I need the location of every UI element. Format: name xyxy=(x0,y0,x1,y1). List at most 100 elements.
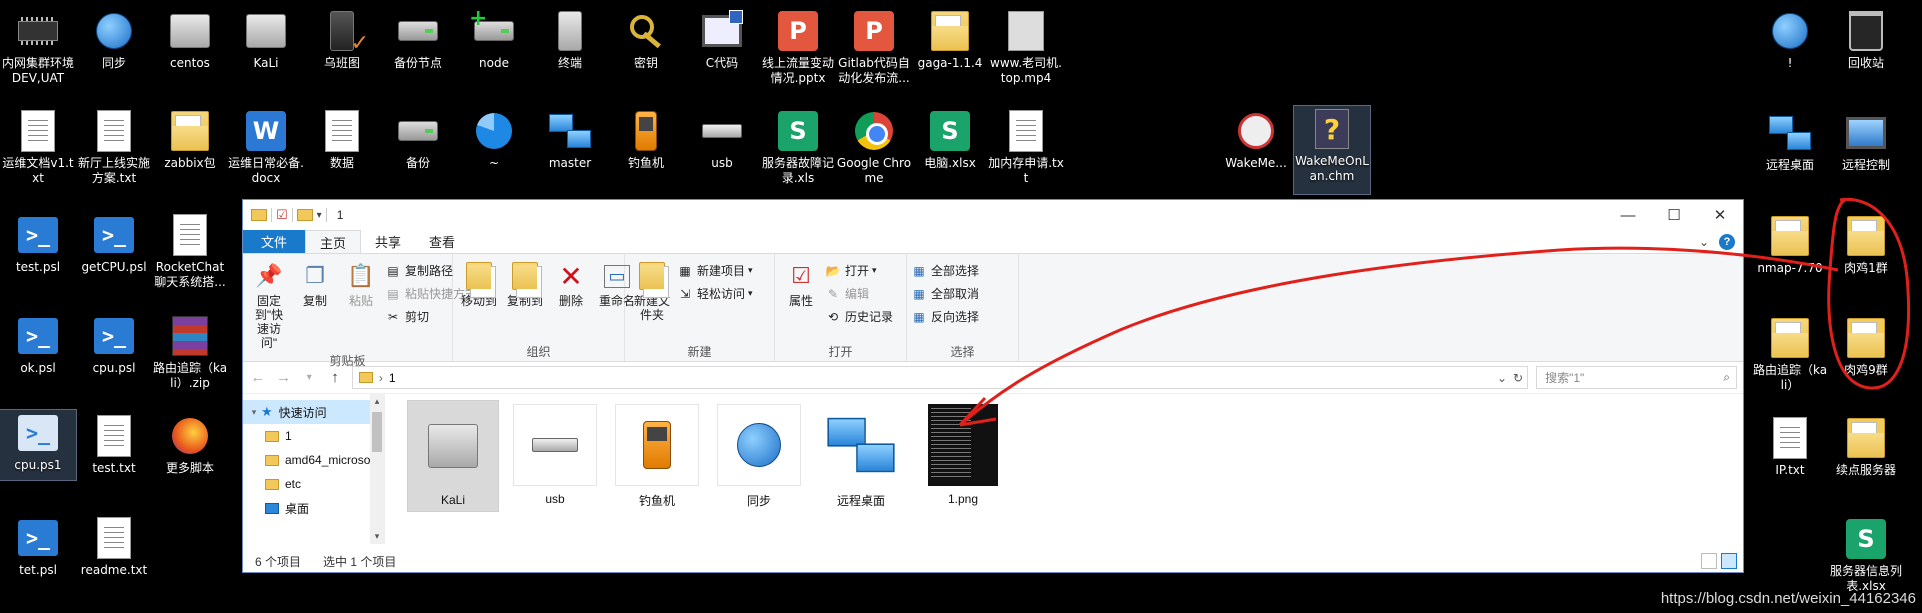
scroll-thumb[interactable] xyxy=(372,412,382,452)
title-bar[interactable]: ☑ ▾ 1 — ☐ ✕ xyxy=(243,200,1743,230)
tab-view[interactable]: 查看 xyxy=(415,230,469,253)
desktop-icon[interactable]: 新厅上线实施方案.txt xyxy=(76,108,152,186)
desktop-icon[interactable]: master xyxy=(532,108,608,171)
desktop-icon[interactable]: 备份 xyxy=(380,108,456,171)
desktop-icon[interactable]: Google Chrome xyxy=(836,108,912,186)
minimize-button[interactable]: — xyxy=(1605,200,1651,230)
desktop-icon[interactable]: P Gitlab代码自动化发布流... xyxy=(836,8,912,86)
history-button[interactable]: ⟲ 历史记录 xyxy=(825,306,893,327)
desktop-icon[interactable]: ✓ 乌班图 xyxy=(304,8,380,71)
desktop-icon[interactable]: W 运维日常必备.docx xyxy=(228,108,304,186)
desktop-icon[interactable]: S 电脑.xlsx xyxy=(912,108,988,171)
scroll-down-icon[interactable]: ▾ xyxy=(370,531,384,542)
desktop-icon[interactable]: 远程桌面 xyxy=(1752,110,1828,173)
desktop-icon[interactable]: S 服务器故障记录.xls xyxy=(760,108,836,186)
close-button[interactable]: ✕ xyxy=(1697,200,1743,230)
large-icons-view-icon[interactable] xyxy=(1721,553,1737,569)
desktop-icon[interactable]: >_ getCPU.psl xyxy=(76,212,152,275)
file-item[interactable]: 远程桌面 xyxy=(815,400,907,512)
desktop-icon[interactable]: 钓鱼机 xyxy=(608,108,684,171)
desktop-icon[interactable]: nmap-7.70 xyxy=(1752,213,1828,276)
help-icon[interactable]: ? xyxy=(1719,234,1735,250)
desktop-icon[interactable]: readme.txt xyxy=(76,515,152,578)
delete-button[interactable]: ✕ 删除 xyxy=(549,258,593,310)
file-item[interactable]: KaLi xyxy=(407,400,499,512)
desktop-icon[interactable]: 同步 xyxy=(76,8,152,71)
desktop-icon[interactable]: 内网集群环境DEV,UAT xyxy=(0,8,76,86)
desktop-icon[interactable]: ? WakeMeOnLan.chm xyxy=(1293,105,1371,195)
refresh-icon[interactable]: ↻ xyxy=(1513,371,1523,385)
invert-selection-button[interactable]: ▦ 反向选择 xyxy=(911,306,979,327)
paste-button[interactable]: 📋 粘贴 xyxy=(339,258,383,310)
desktop-icon[interactable]: >_ tet.psl xyxy=(0,515,76,578)
file-item[interactable]: usb xyxy=(509,400,601,512)
desktop-icon[interactable]: 加内存申请.txt xyxy=(988,108,1064,186)
properties-quick-icon[interactable]: ☑ xyxy=(276,207,288,223)
desktop-icon[interactable]: >_ ok.psl xyxy=(0,313,76,376)
address-bar[interactable]: › 1 ⌄ ↻ xyxy=(351,366,1529,389)
desktop-icon[interactable]: zabbix包 xyxy=(152,108,228,171)
new-folder-quick-icon[interactable] xyxy=(296,209,313,221)
desktop-icon[interactable]: WakeMe... xyxy=(1218,108,1294,171)
desktop-icon[interactable]: www.老司机.top.mp4 xyxy=(988,8,1064,86)
customize-toolbar-icon[interactable]: ▾ xyxy=(317,210,322,221)
desktop-icon[interactable]: 数据 xyxy=(304,108,380,171)
desktop-icon[interactable]: >_ cpu.psl xyxy=(76,313,152,376)
desktop-icon[interactable]: 远程控制 xyxy=(1828,110,1904,173)
move-to-button[interactable]: 移动到 xyxy=(457,258,501,310)
desktop-icon[interactable]: 运维文档v1.txt xyxy=(0,108,76,186)
tab-share[interactable]: 共享 xyxy=(361,230,415,253)
easy-access-button[interactable]: ⇲ 轻松访问 ▾ xyxy=(677,283,753,304)
pin-quick-access-button[interactable]: 📌 固定到"快速访问" xyxy=(247,258,291,352)
file-item[interactable]: 同步 xyxy=(713,400,805,512)
copy-button[interactable]: ❐ 复制 xyxy=(293,258,337,310)
desktop-icon[interactable]: + node xyxy=(456,6,532,71)
desktop-icon[interactable]: 备份节点 xyxy=(380,8,456,71)
desktop-icon[interactable]: test.txt xyxy=(76,413,152,476)
back-arrow-icon[interactable]: ← xyxy=(249,369,267,386)
search-input[interactable]: 搜索"1" ⌕ xyxy=(1536,366,1737,389)
nav-item[interactable]: etc xyxy=(243,472,384,496)
maximize-button[interactable]: ☐ xyxy=(1651,200,1697,230)
properties-button[interactable]: ☑ 属性 xyxy=(779,258,823,310)
desktop-icon[interactable]: gaga-1.1.4 xyxy=(912,8,988,71)
up-arrow-icon[interactable]: ↑ xyxy=(326,369,344,386)
nav-quick-access[interactable]: ▾ ★ 快速访问 xyxy=(243,400,384,424)
file-item[interactable]: 1.png xyxy=(917,400,1009,512)
desktop-icon[interactable]: C代码 xyxy=(684,8,760,71)
new-item-button[interactable]: ▦ 新建项目 ▾ xyxy=(677,260,752,281)
nav-item[interactable]: amd64_microso xyxy=(243,448,384,472)
nav-scrollbar[interactable]: ▴ ▾ xyxy=(370,394,384,544)
recent-chevron-icon[interactable]: ▾ xyxy=(300,372,318,383)
scroll-up-icon[interactable]: ▴ xyxy=(370,396,384,407)
desktop-icon[interactable]: KaLi xyxy=(228,8,304,71)
select-none-button[interactable]: ▦ 全部取消 xyxy=(911,283,979,304)
new-folder-button[interactable]: 新建文件夹 xyxy=(629,258,675,324)
select-all-button[interactable]: ▦ 全部选择 xyxy=(911,260,979,281)
copy-to-button[interactable]: 复制到 xyxy=(503,258,547,310)
desktop-icon[interactable]: 路由追踪（kali）.zip xyxy=(152,313,228,391)
desktop-icon[interactable]: 密钥 xyxy=(608,8,684,71)
desktop-icon[interactable]: centos xyxy=(152,8,228,71)
desktop-icon[interactable]: >_ cpu.ps1 xyxy=(0,409,77,481)
file-item[interactable]: 钓鱼机 xyxy=(611,400,703,512)
explorer-window[interactable]: ☑ ▾ 1 — ☐ ✕ 文件 主页 共享 查看 ⌄ ? 📌 固定到"快速访问" xyxy=(242,199,1744,573)
details-view-icon[interactable] xyxy=(1701,553,1717,569)
tab-home[interactable]: 主页 xyxy=(305,230,362,253)
desktop-icon[interactable]: 回收站 xyxy=(1828,8,1904,71)
chevron-down-icon[interactable]: ⌄ xyxy=(1699,235,1709,249)
desktop-icon[interactable]: 更多脚本 xyxy=(152,413,228,476)
desktop-icon[interactable]: IP.txt xyxy=(1752,415,1828,478)
address-dropdown-icon[interactable]: ⌄ xyxy=(1497,371,1507,385)
desktop-icon[interactable]: RocketChat聊天系统搭... xyxy=(152,212,228,290)
open-button[interactable]: 📂 打开 ▾ xyxy=(825,260,893,281)
forward-arrow-icon[interactable]: → xyxy=(275,369,293,386)
desktop-icon[interactable]: 终端 xyxy=(532,8,608,71)
collapse-arrow-icon[interactable]: ▾ xyxy=(247,407,261,418)
desktop-icon[interactable]: 肉鸡1群 xyxy=(1828,213,1904,276)
breadcrumb-current[interactable]: 1 xyxy=(389,371,396,385)
desktop-icon[interactable]: ! xyxy=(1752,8,1828,71)
desktop-icon[interactable]: 肉鸡9群 xyxy=(1828,315,1904,378)
tab-file[interactable]: 文件 xyxy=(243,230,306,253)
desktop-icon[interactable]: 路由追踪（kali） xyxy=(1752,315,1828,393)
